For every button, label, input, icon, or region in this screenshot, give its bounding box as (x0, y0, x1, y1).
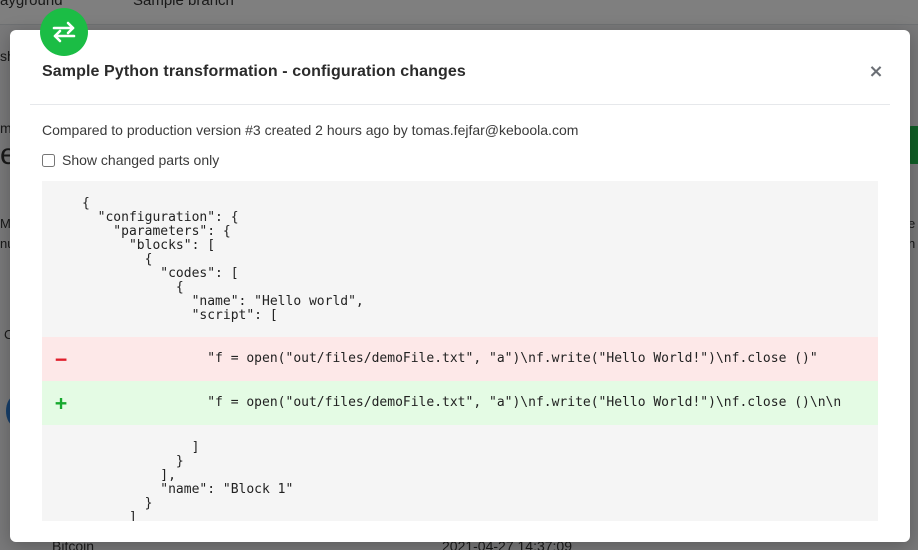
close-icon: × (868, 61, 884, 82)
diff-context-top: { "configuration": { "parameters": { "bl… (82, 196, 364, 323)
minus-icon: − (55, 347, 68, 371)
show-changed-parts-toggle[interactable]: Show changed parts only (42, 152, 219, 168)
close-button[interactable]: × (862, 58, 890, 86)
comparison-info: Compared to production version #3 create… (42, 122, 579, 138)
plus-icon: + (55, 391, 68, 415)
modal-header: Sample Python transformation - configura… (30, 30, 890, 105)
show-changed-parts-checkbox[interactable] (42, 153, 55, 167)
diff-added-text: "f = open("out/files/demoFile.txt", "a")… (82, 395, 842, 410)
show-changed-parts-label: Show changed parts only (62, 152, 220, 168)
configuration-changes-modal: Sample Python transformation - configura… (10, 30, 910, 542)
transformation-badge (40, 8, 88, 56)
modal-title: Sample Python transformation - configura… (42, 63, 466, 80)
diff-added-line: + "f = open("out/files/demoFile.txt", "a… (42, 381, 878, 425)
diff-removed-line: − "f = open("out/files/demoFile.txt", "a… (42, 337, 878, 381)
swap-arrows-icon (52, 21, 76, 43)
diff-context-bottom: ] } ], "name": "Block 1" } ] (128, 440, 294, 522)
diff-viewer: { "configuration": { "parameters": { "bl… (42, 181, 878, 521)
diff-removed-text: "f = open("out/files/demoFile.txt", "a")… (82, 351, 818, 366)
